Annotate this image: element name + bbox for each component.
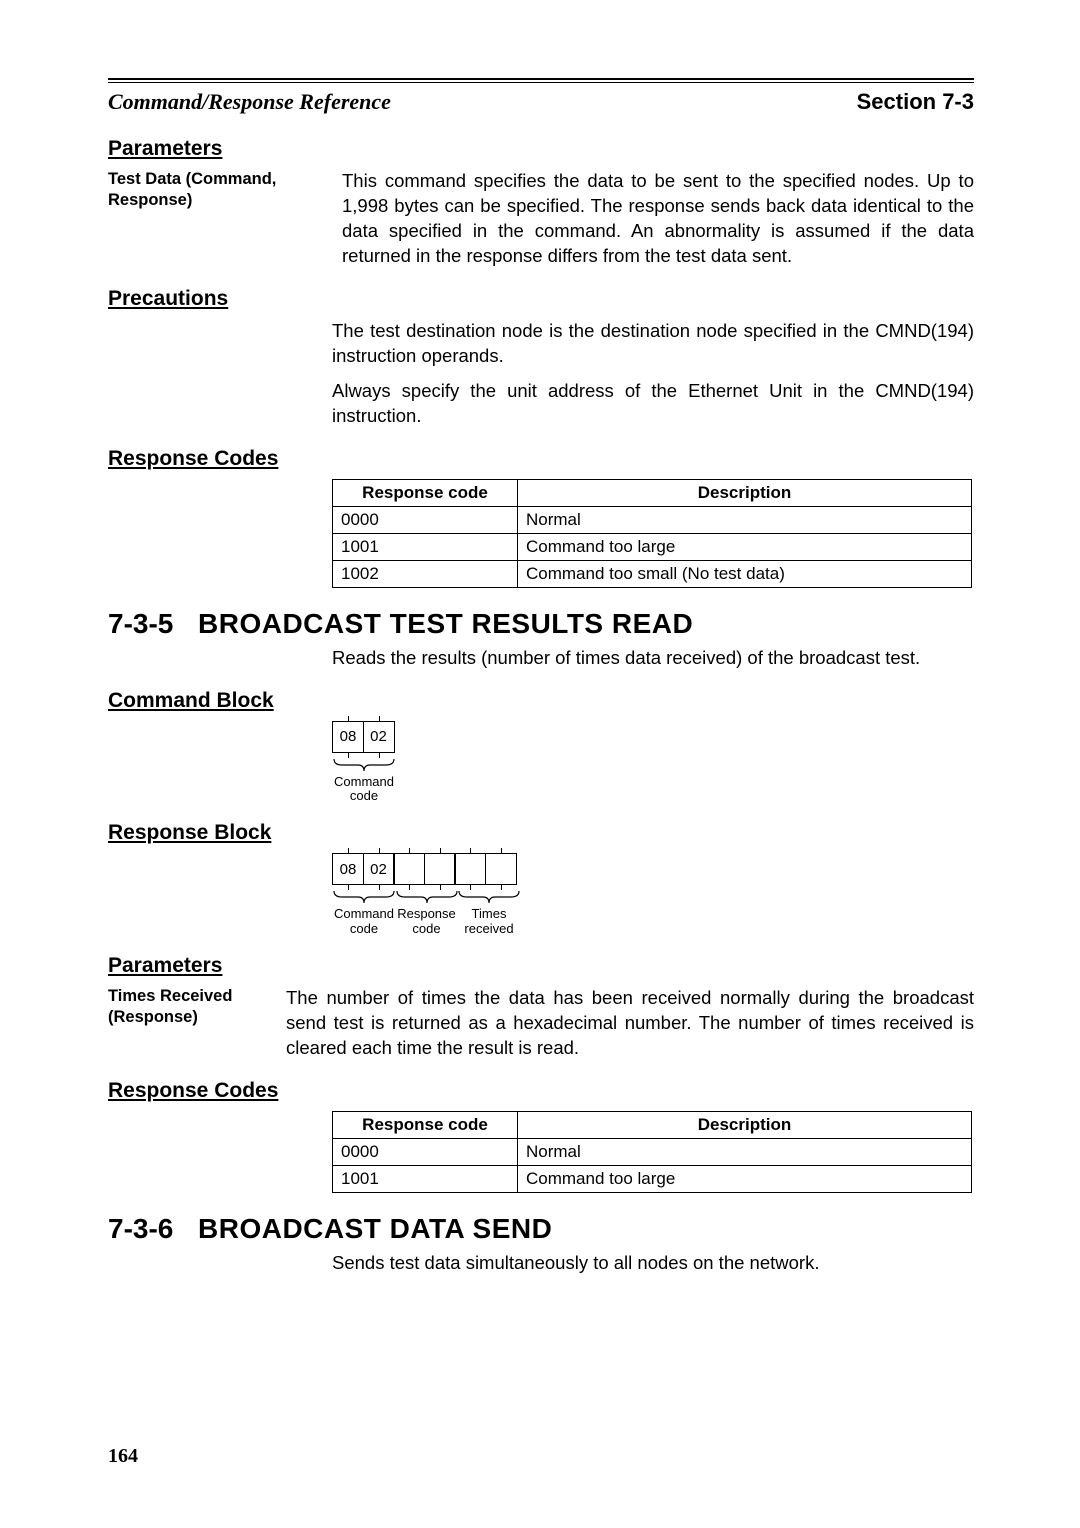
cell-code: 1002 xyxy=(333,560,518,587)
intro-text: Reads the results (number of times data … xyxy=(332,646,974,671)
heading-parameters-2: Parameters xyxy=(108,954,974,978)
response-codes-table-2: Response code Description 0000 Normal 10… xyxy=(332,1111,972,1193)
section-name: BROADCAST DATA SEND xyxy=(198,1213,552,1245)
response-block-diagram: 08 02 Command code Respon xyxy=(332,853,974,936)
param1-label: Test Data (Command, Response) xyxy=(108,169,342,210)
page: Command/Response Reference Section 7-3 P… xyxy=(0,0,1080,1528)
header-bar: Command/Response Reference Section 7-3 xyxy=(108,82,974,115)
brace xyxy=(457,891,521,905)
th-desc: Description xyxy=(518,479,972,506)
heading-command-block: Command Block xyxy=(108,689,974,713)
header-right: Section 7-3 xyxy=(857,89,974,115)
byte-cell: 02 xyxy=(363,853,395,885)
heading-response-codes-1: Response Codes xyxy=(108,447,974,471)
cells-group: 08 02 Command code Respon xyxy=(332,853,521,936)
response-codes-table-1: Response code Description 0000 Normal 10… xyxy=(332,479,972,588)
byte-cell xyxy=(454,853,486,885)
page-number: 164 xyxy=(108,1445,138,1468)
cell-desc: Normal xyxy=(518,506,972,533)
rule-thick xyxy=(108,78,974,80)
brace-label: Response code xyxy=(395,907,459,936)
cells-group: 08 02 Command code xyxy=(332,721,396,804)
section-736-title: 7-3-6 BROADCAST DATA SEND xyxy=(108,1213,974,1245)
precautions-p1: The test destination node is the destina… xyxy=(332,319,974,369)
heading-response-codes-2: Response Codes xyxy=(108,1079,974,1103)
table-row: 0000 Normal xyxy=(333,1138,972,1165)
heading-parameters-1: Parameters xyxy=(108,137,974,161)
byte-cell: 02 xyxy=(363,721,395,753)
param2-body: The number of times the data has been re… xyxy=(286,986,974,1061)
th-desc: Description xyxy=(518,1111,972,1138)
brace xyxy=(395,891,459,905)
byte-cell: 08 xyxy=(332,853,364,885)
intro-text: Sends test data simultaneously to all no… xyxy=(332,1251,974,1276)
heading-precautions: Precautions xyxy=(108,287,974,311)
header-left: Command/Response Reference xyxy=(108,89,391,115)
table-header-row: Response code Description xyxy=(333,1111,972,1138)
section-num: 7-3-6 xyxy=(108,1213,198,1245)
brace xyxy=(332,891,396,905)
table-row: 0000 Normal xyxy=(333,506,972,533)
brace-label: Command code xyxy=(332,775,396,804)
cell-desc: Command too small (No test data) xyxy=(518,560,972,587)
cell-code: 0000 xyxy=(333,1138,518,1165)
precautions-p2: Always specify the unit address of the E… xyxy=(332,379,974,429)
param2-row: Times Received (Response) The number of … xyxy=(108,986,974,1061)
param1-body: This command specifies the data to be se… xyxy=(342,169,974,269)
table-row: 1001 Command too large xyxy=(333,533,972,560)
th-code: Response code xyxy=(333,1111,518,1138)
param2-label: Times Received (Response) xyxy=(108,986,286,1027)
precautions-body: The test destination node is the destina… xyxy=(332,319,974,429)
cell-code: 0000 xyxy=(333,506,518,533)
byte-cell: 08 xyxy=(332,721,364,753)
section-num: 7-3-5 xyxy=(108,608,198,640)
section-736-intro: Sends test data simultaneously to all no… xyxy=(332,1251,974,1276)
byte-cell xyxy=(485,853,517,885)
table-header-row: Response code Description xyxy=(333,479,972,506)
cell-desc: Normal xyxy=(518,1138,972,1165)
table-row: 1001 Command too large xyxy=(333,1165,972,1192)
brace-label: Command code xyxy=(332,907,396,936)
cell-code: 1001 xyxy=(333,533,518,560)
byte-cell xyxy=(393,853,425,885)
command-block-diagram: 08 02 Command code xyxy=(332,721,974,804)
cell-desc: Command too large xyxy=(518,533,972,560)
brace xyxy=(332,759,396,773)
section-735-intro: Reads the results (number of times data … xyxy=(332,646,974,671)
param1-row: Test Data (Command, Response) This comma… xyxy=(108,169,974,269)
brace-label: Times received xyxy=(457,907,521,936)
cell-desc: Command too large xyxy=(518,1165,972,1192)
table-row: 1002 Command too small (No test data) xyxy=(333,560,972,587)
byte-cell xyxy=(424,853,456,885)
section-name: BROADCAST TEST RESULTS READ xyxy=(198,608,693,640)
th-code: Response code xyxy=(333,479,518,506)
section-735-title: 7-3-5 BROADCAST TEST RESULTS READ xyxy=(108,608,974,640)
cell-code: 1001 xyxy=(333,1165,518,1192)
heading-response-block: Response Block xyxy=(108,821,974,845)
